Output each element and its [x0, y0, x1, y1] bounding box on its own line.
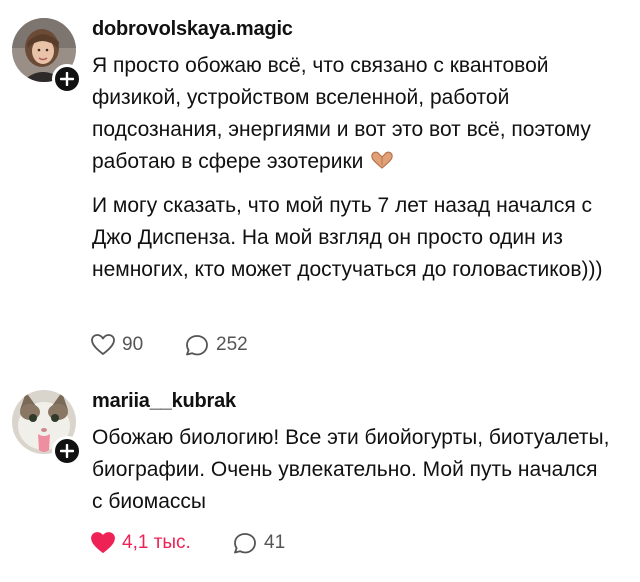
post-1: dobrovolskaya.magic Я просто обожаю всё,…: [0, 0, 640, 370]
heart-outline-icon: [91, 334, 115, 355]
comment-bubble-icon: [234, 533, 256, 554]
follow-button[interactable]: [52, 64, 82, 94]
avatar-1[interactable]: [12, 18, 82, 94]
comment-paragraph: Я просто обожаю всё, что связано с квант…: [92, 50, 612, 178]
like-count: 90: [122, 334, 144, 355]
comment-count: 252: [216, 334, 248, 355]
like-button[interactable]: 90: [90, 333, 143, 357]
comment-text: И могу сказать, что мой путь 7 лет назад…: [92, 194, 603, 281]
reply-button[interactable]: 41: [232, 531, 285, 555]
comment-paragraph: И могу сказать, что мой путь 7 лет назад…: [92, 190, 612, 286]
comment-text: Я просто обожаю всё, что связано с квант…: [92, 54, 591, 173]
heart-filled-icon: [91, 532, 115, 553]
like-button[interactable]: 4,1 тыс.: [90, 531, 191, 555]
avatar-2[interactable]: [12, 390, 82, 466]
comment-count: 41: [264, 532, 286, 553]
username[interactable]: dobrovolskaya.magic: [92, 18, 293, 41]
heart-hands-icon: [371, 151, 393, 169]
follow-button[interactable]: [52, 436, 82, 466]
reply-button[interactable]: 252: [184, 333, 248, 357]
like-count: 4,1 тыс.: [122, 532, 191, 553]
comment-bubble-icon: [186, 335, 208, 356]
comment-text: Обожаю биологию! Все эти биойогурты, био…: [92, 426, 610, 513]
comment-paragraph: Обожаю биологию! Все эти биойогурты, био…: [92, 422, 612, 518]
plus-icon: [60, 444, 74, 458]
username[interactable]: mariia__kubrak: [92, 390, 236, 413]
plus-icon: [60, 72, 74, 86]
post-2: mariia__kubrak Обожаю биологию! Все эти …: [0, 370, 640, 582]
